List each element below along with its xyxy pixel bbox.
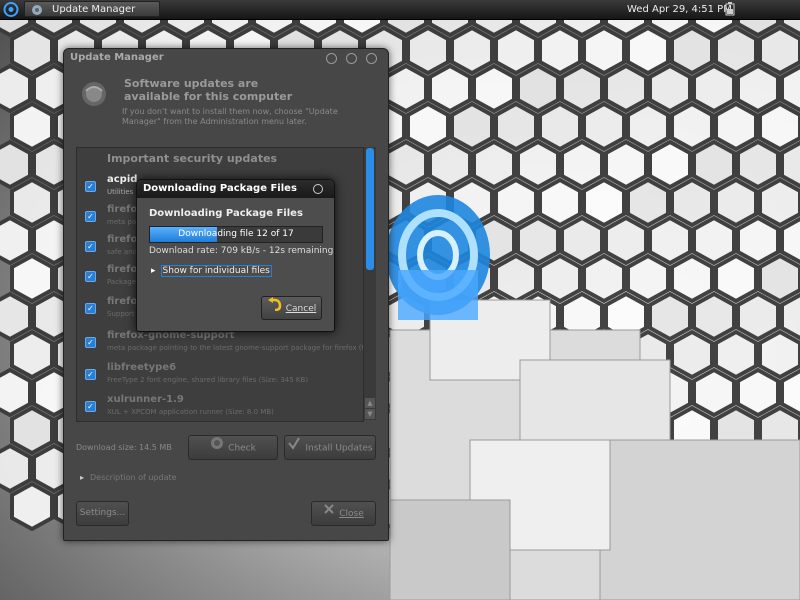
checkbox[interactable]: ✓	[85, 401, 96, 412]
minimize-icon[interactable]	[326, 53, 337, 64]
close-icon[interactable]	[366, 53, 377, 64]
window-title: Update Manager	[70, 52, 164, 63]
top-panel: Update Manager Wed Apr 29, 4:51 PM	[0, 0, 800, 20]
download-dialog: Downloading Package Files Downloading Pa…	[136, 179, 335, 332]
updates-subtext: If you don't want to install them now, c…	[122, 107, 338, 126]
close-icon[interactable]	[313, 184, 323, 194]
checkbox[interactable]: ✓	[85, 369, 96, 380]
checkbox[interactable]: ✓	[85, 337, 96, 348]
checkbox[interactable]: ✓	[85, 211, 96, 222]
settings-button[interactable]: Settings...	[76, 501, 129, 526]
battery-icon[interactable]	[725, 2, 735, 16]
cancel-label: Cancel	[285, 304, 317, 314]
expander-arrow-icon: ▸	[151, 266, 156, 276]
list-item[interactable]: ✓ libfreetype6 FreeType 2 font engine, s…	[77, 360, 363, 390]
item-desc: FreeType 2 font engine, shared library f…	[107, 376, 309, 384]
scroll-up-icon[interactable]: ▲	[365, 398, 375, 408]
expander-label: Show for individual files	[160, 265, 272, 277]
list-item[interactable]: ✓ xulrunner-1.9 XUL + XPCOM application …	[77, 392, 363, 421]
scrollbar-thumb[interactable]	[366, 148, 374, 270]
checkbox[interactable]: ✓	[85, 241, 96, 252]
check-label: Check	[228, 443, 256, 454]
individual-files-expander[interactable]: ▸ Show for individual files	[151, 265, 272, 277]
undo-icon	[267, 297, 283, 320]
dialog-titlebar[interactable]: Downloading Package Files	[137, 180, 334, 198]
dialog-heading: Downloading Package Files	[149, 208, 303, 219]
expander-arrow-icon: ▸	[80, 473, 85, 482]
check-button[interactable]: Check	[188, 435, 278, 460]
item-name: libfreetype6	[107, 362, 177, 373]
item-name: acpid	[107, 174, 138, 185]
clock[interactable]: Wed Apr 29, 4:51 PM	[627, 0, 732, 19]
progress-text: Downloading file 12 of 17	[178, 229, 294, 239]
item-desc: XUL + XPCOM application runner (Size: 8.…	[107, 408, 274, 416]
install-label: Install Updates	[305, 443, 373, 454]
list-item[interactable]: ✓ firefox-gnome-support meta package poi…	[77, 328, 363, 358]
download-progress-bar: Downloading file 12 of 17	[149, 226, 323, 243]
cancel-button[interactable]: Cancel	[261, 296, 322, 320]
checkbox[interactable]: ✓	[85, 181, 96, 192]
blue-spiral-logo	[386, 195, 490, 320]
checkbox[interactable]: ✓	[85, 303, 96, 314]
description-expander[interactable]: ▸ Description of update	[80, 473, 177, 482]
settings-label: Settings...	[79, 508, 126, 518]
updates-heading: Software updates are available for this …	[124, 77, 293, 103]
install-updates-button[interactable]: Install Updates	[284, 435, 376, 460]
description-label: Description of update	[90, 473, 177, 482]
section-label: Important security updates	[107, 152, 278, 165]
checkmark-icon	[287, 436, 301, 460]
maximize-icon[interactable]	[346, 53, 357, 64]
distro-logo-icon[interactable]	[2, 1, 20, 18]
download-size: Download size: 14.5 MB	[76, 443, 172, 452]
refresh-icon	[210, 436, 224, 460]
dialog-title: Downloading Package Files	[143, 183, 297, 194]
taskbar-task-label: Update Manager	[52, 4, 136, 15]
update-manager-icon	[31, 4, 43, 16]
download-rate: Download rate: 709 kB/s - 12s remaining	[149, 246, 334, 256]
scroll-down-icon[interactable]: ▼	[365, 409, 375, 419]
taskbar-task-update-manager[interactable]: Update Manager	[24, 1, 160, 17]
close-button[interactable]: Close	[311, 501, 376, 526]
update-manager-icon	[79, 79, 109, 109]
close-icon	[323, 502, 335, 525]
item-desc: meta package pointing to the latest gnom…	[107, 344, 364, 352]
list-scrollbar[interactable]: ▲ ▼	[364, 147, 376, 420]
checkbox[interactable]: ✓	[85, 271, 96, 282]
item-name: xulrunner-1.9	[107, 394, 184, 405]
close-label: Close	[339, 509, 364, 519]
